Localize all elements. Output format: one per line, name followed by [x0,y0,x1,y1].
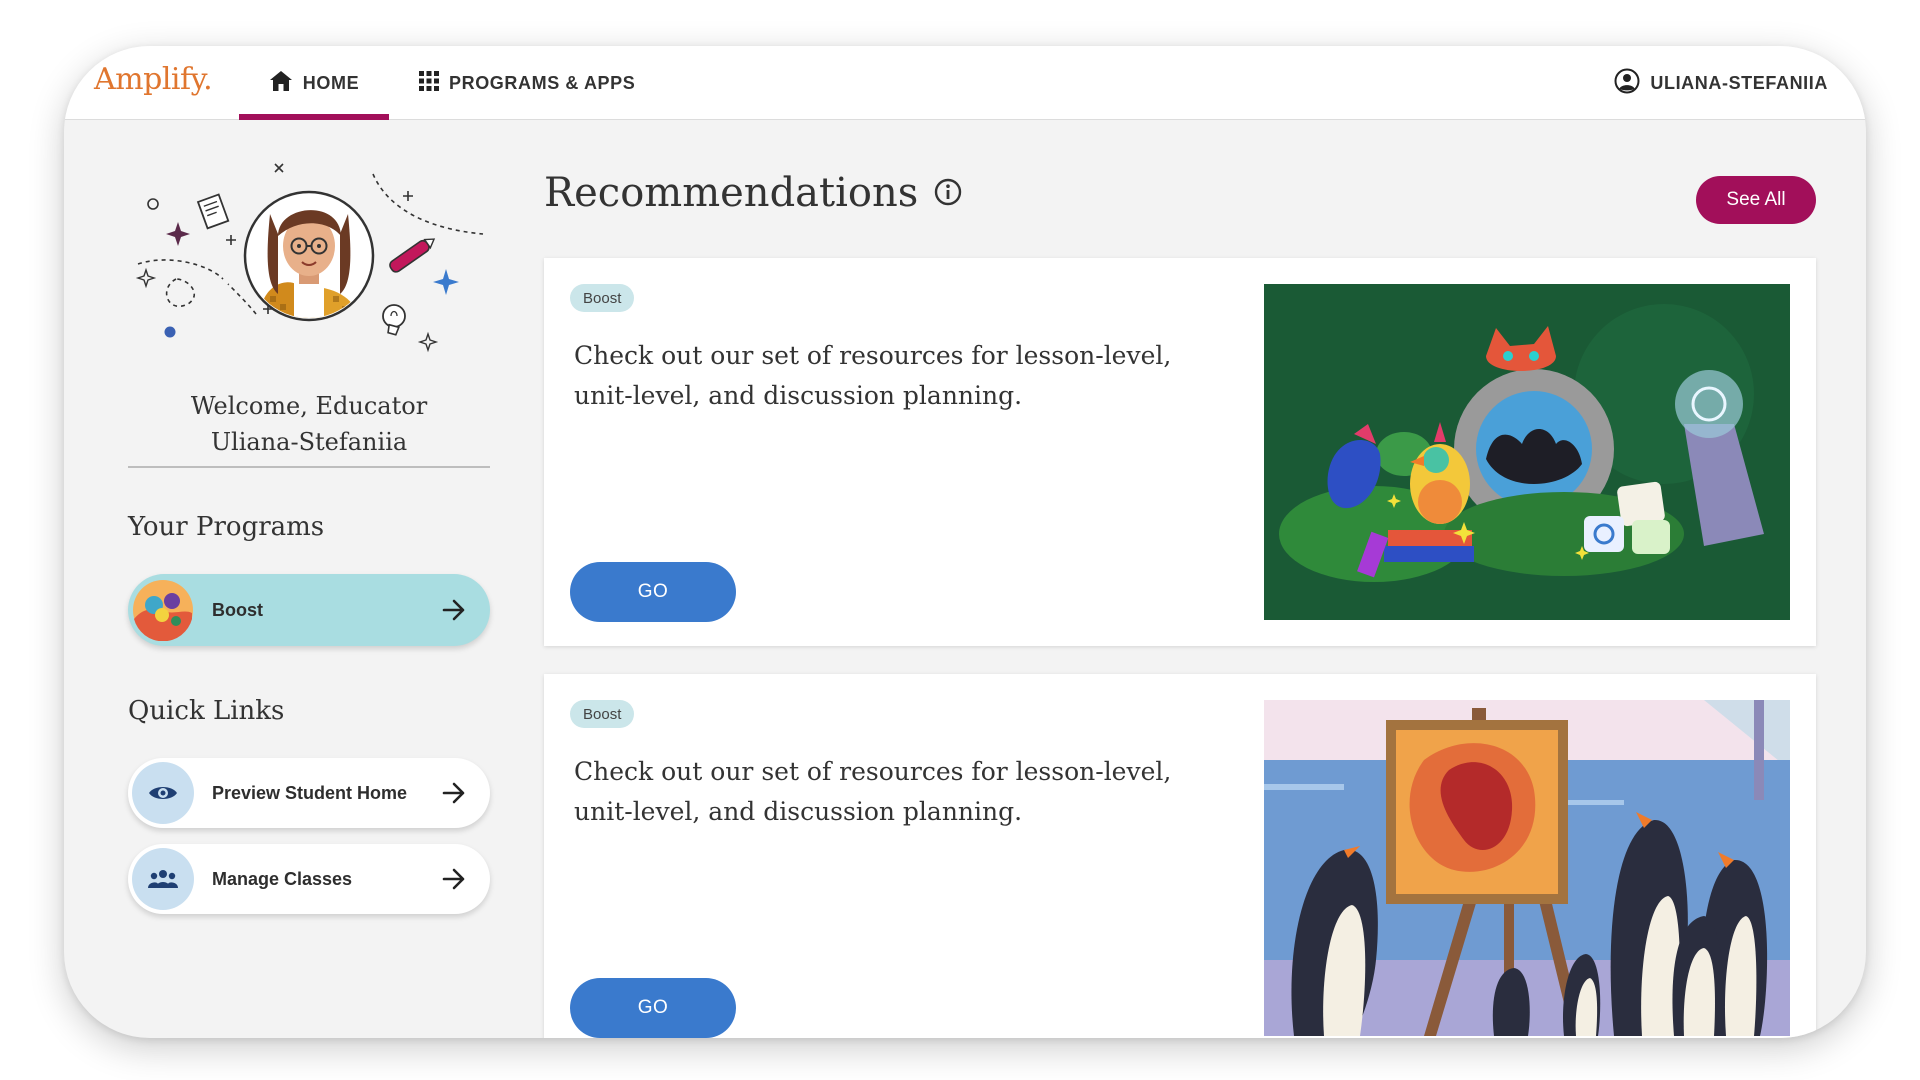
quick-link-preview-student-home[interactable]: Preview Student Home [128,758,490,828]
sidebar-divider [128,466,490,468]
recommendation-description: Check out our set of resources for lesso… [574,341,1172,410]
penguins-easel-illustration [1264,700,1790,1036]
see-all-button[interactable]: See All [1696,176,1816,224]
eye-icon [132,762,194,824]
program-badge: Boost [570,284,635,312]
welcome-line-2: Uliana-Stefaniia [210,428,408,456]
quick-links-title: Quick Links [128,696,285,726]
sidebar: Welcome, Educator Uliana-Stefaniia Your … [128,120,490,1038]
user-menu[interactable]: ULIANA-STEFANIIA [1614,46,1828,120]
boost-program-icon [132,579,194,641]
arrow-right-icon [442,868,466,890]
quick-link-manage-classes[interactable]: Manage Classes [128,844,490,914]
tab-programs-apps[interactable]: PROGRAMS & APPS [419,46,635,120]
people-icon [132,848,194,910]
preview-student-home-label: Preview Student Home [212,782,408,803]
avatar-illustration [128,154,490,364]
welcome-message: Welcome, Educator Uliana-Stefaniia [128,388,490,460]
recommendation-description: Check out our set of resources for lesso… [574,757,1172,826]
user-account-icon [1614,68,1640,99]
tab-home-label: HOME [302,72,360,93]
manage-classes-label: Manage Classes [212,868,353,889]
program-boost-label: Boost [212,599,263,620]
recommendation-card: Boost Check out our set of resources for… [544,258,1816,646]
grid-icon [419,70,439,96]
arrow-right-icon [442,599,466,621]
tab-programs-label: PROGRAMS & APPS [449,72,636,93]
app-window: Amplify. HOME PROGRAMS & APPS ULIANA-STE… [64,46,1866,1038]
user-name: ULIANA-STEFANIIA [1650,72,1828,93]
welcome-line-1: Welcome, Educator [190,392,428,420]
home-icon [269,70,293,97]
amplify-logo[interactable]: Amplify. [94,62,213,97]
recommendation-card: Boost Check out our set of resources for… [544,674,1816,1038]
recommendations-title: Recommendations [544,170,919,216]
info-icon[interactable] [934,170,962,216]
program-badge: Boost [570,700,635,728]
recommendations-heading: Recommendations [544,170,962,216]
tab-home[interactable]: HOME [239,46,389,120]
top-nav-bar: Amplify. HOME PROGRAMS & APPS ULIANA-STE… [64,46,1866,120]
go-button[interactable]: GO [570,562,736,622]
go-button[interactable]: GO [570,978,736,1038]
arrow-right-icon [442,782,466,804]
boost-characters-illustration [1264,284,1790,620]
your-programs-title: Your Programs [128,512,325,542]
program-card-boost[interactable]: Boost [128,574,490,646]
